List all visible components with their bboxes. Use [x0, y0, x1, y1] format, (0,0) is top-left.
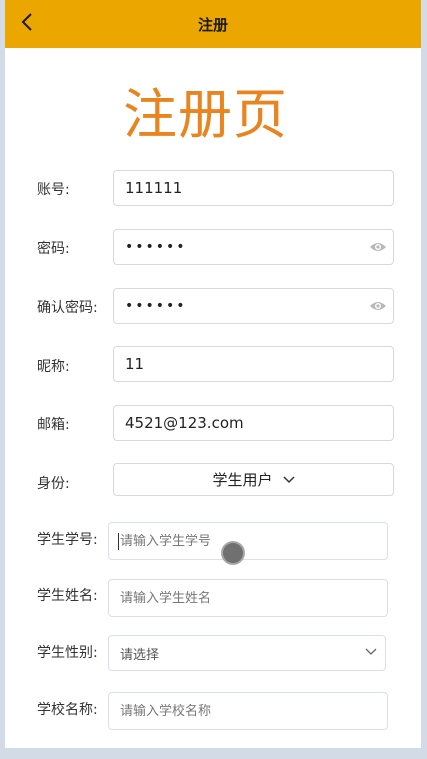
school-name-label: 学校名称:	[37, 702, 98, 718]
nickname-label: 昵称:	[37, 359, 70, 375]
student-gender-placeholder: 请选择	[120, 647, 160, 663]
eye-icon[interactable]	[369, 240, 387, 254]
school-name-field[interactable]	[108, 692, 388, 730]
nickname-field[interactable]	[113, 346, 394, 382]
identity-value: 学生用户	[212, 471, 273, 489]
student-id-input[interactable]	[120, 533, 387, 549]
student-name-field[interactable]	[108, 579, 388, 617]
password-label: 密码:	[37, 241, 70, 257]
register-heading: 注册页	[123, 83, 288, 146]
student-name-label: 学生姓名:	[37, 588, 98, 604]
app-screen: 注册 注册页 账号: 密码: 确认密码: 昵称: 邮箱: 身份: 学	[5, 0, 421, 748]
confirm-password-input[interactable]	[125, 298, 393, 314]
account-input[interactable]	[125, 179, 393, 197]
confirm-password-field[interactable]	[113, 288, 394, 324]
identity-select[interactable]: 学生用户	[113, 463, 394, 496]
student-gender-select[interactable]: 请选择	[108, 635, 386, 671]
school-name-input[interactable]	[120, 703, 387, 719]
student-id-label: 学生学号:	[37, 532, 98, 548]
chevron-down-icon	[365, 648, 377, 655]
account-label: 账号:	[37, 182, 70, 198]
email-field[interactable]	[113, 405, 394, 441]
student-gender-label: 学生性别:	[37, 645, 98, 661]
chevron-down-icon	[282, 475, 295, 483]
account-field[interactable]	[113, 170, 394, 206]
password-input[interactable]	[125, 239, 393, 255]
email-input[interactable]	[125, 414, 393, 432]
nickname-input[interactable]	[125, 355, 393, 373]
page-title: 注册	[197, 16, 228, 34]
text-cursor	[118, 533, 119, 550]
identity-label: 身份:	[37, 476, 70, 492]
confirm-password-label: 确认密码:	[37, 300, 98, 316]
student-id-field[interactable]	[108, 522, 388, 560]
touch-indicator	[221, 541, 245, 565]
student-name-input[interactable]	[120, 590, 387, 606]
email-label: 邮箱:	[37, 417, 70, 433]
eye-icon[interactable]	[369, 299, 387, 313]
top-nav-bar: 注册	[5, 0, 421, 48]
password-field[interactable]	[113, 229, 394, 265]
